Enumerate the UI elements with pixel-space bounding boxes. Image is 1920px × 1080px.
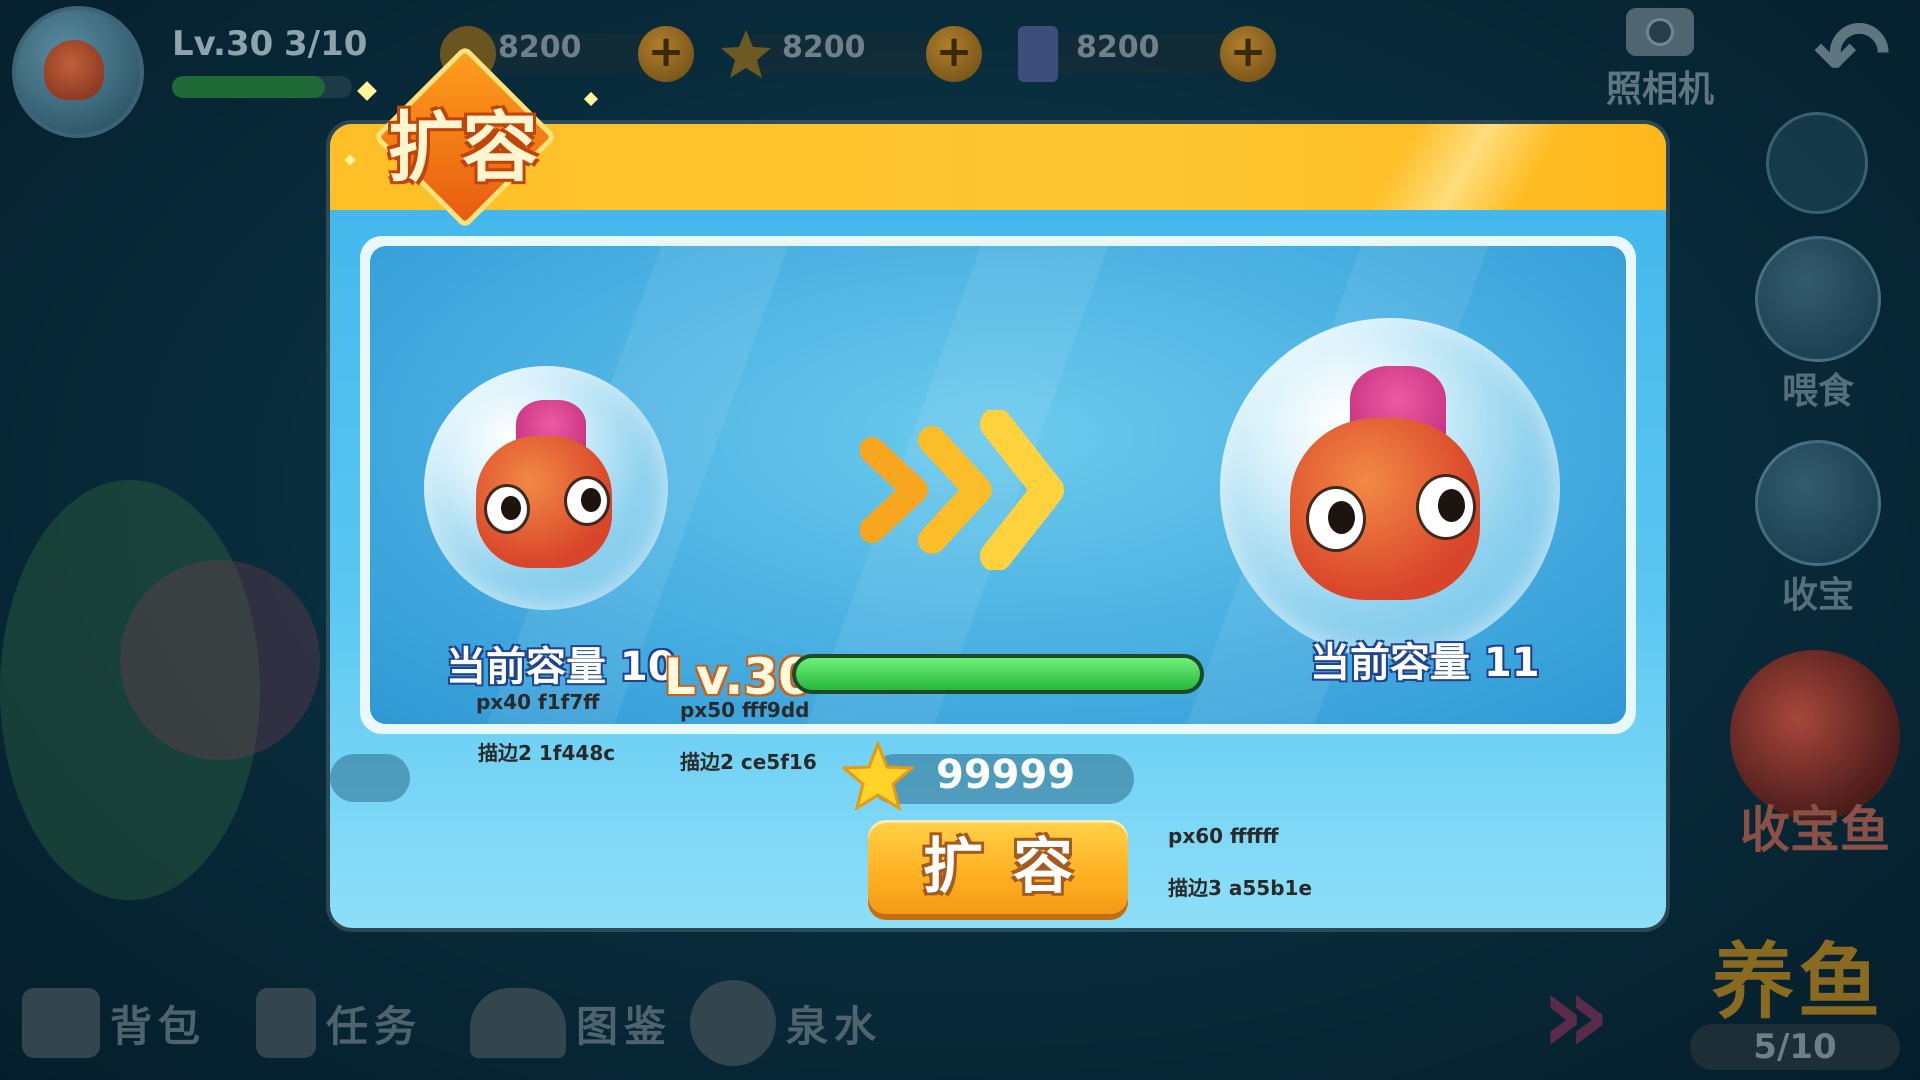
task-icon <box>256 988 316 1058</box>
nav-tasks-label: 任务 <box>326 1001 423 1051</box>
treasure-fish-button[interactable]: 收宝鱼 <box>1720 650 1910 862</box>
dialog-title: 扩容 <box>388 103 538 192</box>
nav-backpack[interactable]: 背包 <box>22 978 206 1068</box>
xp-bar <box>172 76 352 98</box>
backpack-icon <box>22 988 100 1058</box>
player-avatar[interactable] <box>12 6 144 138</box>
next-capacity-label: 当前容量 11 <box>1310 640 1540 686</box>
card-icon <box>1018 26 1058 82</box>
feed-button[interactable]: 喂食 <box>1748 236 1888 414</box>
expand-button[interactable]: 扩容 <box>868 820 1128 914</box>
add-card-button[interactable]: + <box>1220 26 1276 82</box>
collect-button[interactable]: 收宝 <box>1748 440 1888 618</box>
player-level: Lv.30 <box>172 24 274 64</box>
note-cap-stroke: 描边2 1f448c <box>478 741 616 765</box>
nav-spring[interactable]: 泉水 <box>690 978 882 1068</box>
add-coin-button[interactable]: + <box>638 26 694 82</box>
squid-eye <box>1416 474 1476 540</box>
treasure-fish-label: 收宝鱼 <box>1740 801 1890 859</box>
nav-handbook-label: 图鉴 <box>576 1001 673 1051</box>
double-chevron-icon: » <box>1540 950 1612 1078</box>
handbook-icon <box>470 988 566 1058</box>
note-cap-font: px40 f1f7ff <box>476 690 600 714</box>
raise-fish-count: 5/10 <box>1690 1024 1900 1070</box>
nav-handbook[interactable]: 图鉴 <box>470 978 672 1068</box>
star-value: 8200 <box>782 30 866 65</box>
squid-eye <box>564 476 610 526</box>
nav-tasks[interactable]: 任务 <box>256 978 422 1068</box>
note-btn-stroke: 描边3 a55b1e <box>1168 876 1313 900</box>
squid-eye <box>484 484 530 534</box>
current-fish-bubble <box>424 366 668 610</box>
back-icon[interactable]: ↶ <box>1804 9 1900 101</box>
expand-cost: 99999 <box>936 752 1076 798</box>
fish-count: 3/10 <box>284 24 368 64</box>
avatar-squid-icon <box>44 40 104 100</box>
raise-fish-button[interactable]: 养鱼 <box>1712 915 1884 1034</box>
level-progress-bar <box>792 654 1204 694</box>
upgrade-arrows-icon <box>860 410 1064 570</box>
camera-label: 照相机 <box>1605 69 1714 110</box>
bubble-decoration <box>1766 112 1868 214</box>
next-fish-bubble <box>1220 318 1560 658</box>
level-progress-fill <box>796 658 1200 690</box>
spring-icon <box>690 980 776 1066</box>
note-lv-font: px50 fff9dd <box>680 698 810 722</box>
add-star-button[interactable]: + <box>926 26 982 82</box>
note-lv-stroke: 描边2 ce5f16 <box>680 750 817 774</box>
squid-eye <box>1306 486 1366 552</box>
nav-backpack-label: 背包 <box>110 1001 207 1051</box>
feed-label: 喂食 <box>1781 371 1854 412</box>
nav-spring-label: 泉水 <box>786 1001 883 1051</box>
shell-icon <box>1755 440 1881 566</box>
note-btn-font: px60 ffffff <box>1168 824 1279 848</box>
collect-label: 收宝 <box>1781 575 1854 616</box>
current-capacity-label: 当前容量 10 <box>446 644 676 690</box>
treasure-fish-icon <box>1730 650 1900 820</box>
star-icon <box>842 740 914 812</box>
star-icon <box>721 30 771 78</box>
camera-icon <box>1626 8 1694 56</box>
camera-button[interactable]: 照相机 <box>1600 8 1720 112</box>
coral-decoration <box>120 560 320 760</box>
feed-icon <box>1755 236 1881 362</box>
xp-bar-fill <box>172 76 325 98</box>
card-value: 8200 <box>1076 30 1160 65</box>
empty-pill <box>330 754 410 802</box>
